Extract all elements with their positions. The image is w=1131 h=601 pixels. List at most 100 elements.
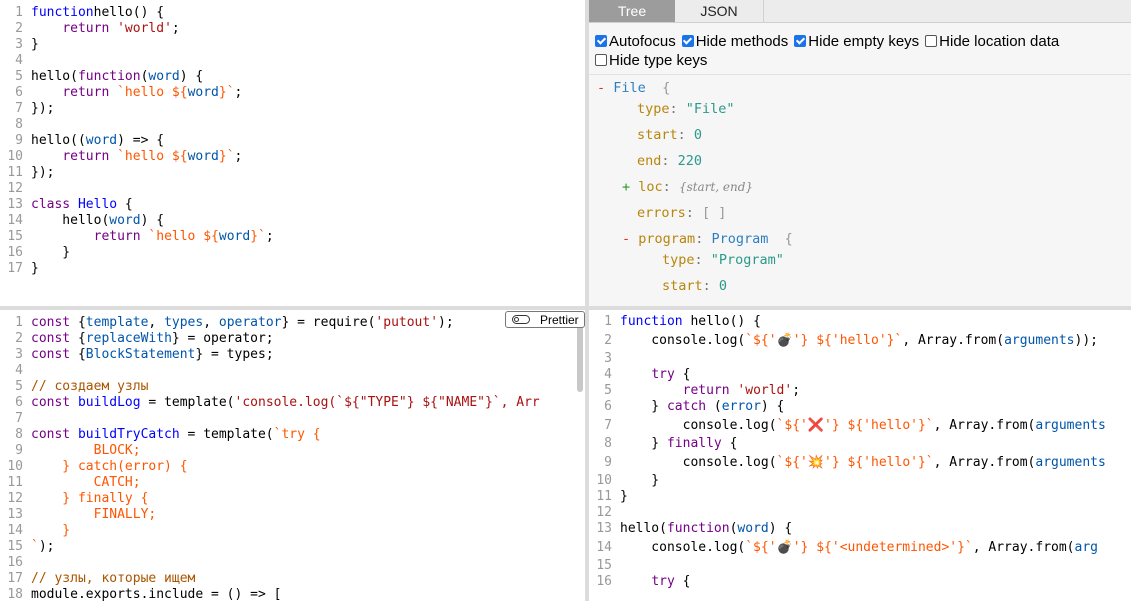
code-line[interactable]: 10 return `hello ${word}`; [0,149,274,165]
transform-scrollbar[interactable] [577,322,583,392]
code-token: ; [792,383,801,398]
checkbox[interactable] [681,35,694,47]
code-line[interactable]: 8 [0,117,274,133]
line-number: 13 [7,197,23,212]
code-line[interactable]: 5 return 'world'; [589,383,1106,399]
code-line[interactable]: 15 `); [0,539,540,555]
option-hide-empty-keys[interactable]: Hide empty keys [794,32,919,51]
code-line[interactable]: 16 } [0,245,274,261]
code-line[interactable]: 8 const buildTryCatch = template(`try { [0,427,540,443]
code-line[interactable]: 3 [589,351,1106,367]
tab-tree[interactable]: Tree [589,0,675,22]
source-editor[interactable]: 1 functionhello() {2 return 'world'; 3} 4 5 h… [0,0,585,306]
code-line[interactable]: 14 } [0,523,540,539]
code-line[interactable]: 4 try { [589,367,1106,383]
line-number: 5 [604,383,612,398]
code-token: } [620,473,660,488]
code-token: const [31,395,71,410]
code-line[interactable]: 13 class Hello { [0,197,274,213]
code-line[interactable]: 6 return `hello ${word}`; [0,85,274,101]
collapse-toggle[interactable]: - [622,231,630,247]
code-token: `${' [745,540,777,555]
option-hide-methods[interactable]: Hide methods [681,32,788,51]
code-line[interactable]: 18 module.exports.include = () => [ [0,587,540,601]
code-line[interactable]: 10 } catch(error) { [0,459,540,475]
code-line[interactable]: 11}); [0,165,274,181]
tab-json[interactable]: JSON [675,0,764,22]
code-line[interactable]: 3 const {BlockStatement} = types; [0,347,540,363]
checkbox[interactable] [595,35,607,47]
option-autofocus[interactable]: Autofocus [595,32,676,51]
code-token: return [682,383,730,398]
code-line[interactable]: 2 console.log(`${'💣'} ${'hello'}`, Array… [589,330,1106,351]
code-line[interactable]: 13 hello(function(word) { [589,521,1106,537]
code-line[interactable]: 9 console.log(`${'💥'} ${'hello'}`, Array… [589,452,1106,473]
code-line[interactable]: 9 BLOCK; [0,443,540,459]
expand-toggle[interactable]: + [622,179,630,195]
output-code[interactable]: 1 function hello() {2 console.log(`${'💣'}… [589,314,1106,590]
code-line[interactable]: 5 // создаем узлы [0,379,540,395]
code-line[interactable]: 17 // узлы, которые ищем [0,571,540,587]
code-line[interactable]: 9 hello((word) => { [0,133,274,149]
code-line[interactable]: 7 [0,411,540,427]
code-token: , Array.from( [972,540,1075,555]
code-line[interactable]: 8 } finally { [589,436,1106,452]
line-number: 12 [7,181,23,196]
code-line[interactable]: 14 hello(word) { [0,213,274,229]
code-line[interactable]: 4 [0,363,540,379]
option-hide-location-data[interactable]: Hide location data [925,32,1059,51]
code-line[interactable]: 13 FINALLY; [0,507,540,523]
code-token: ); [38,539,55,554]
code-token: operator [218,315,282,330]
code-line[interactable]: 1 functionhello() { [0,5,274,21]
code-line[interactable]: 16 try { [589,574,1106,590]
tree-prop-program[interactable]: - program: Program { [622,231,793,247]
code-line[interactable]: 12 } finally { [0,491,540,507]
code-token: } [31,37,39,52]
code-line[interactable]: 3} [0,37,274,53]
code-token: finally [666,436,722,451]
tree-prop-errors: errors: [ ] [637,205,727,221]
code-token: Hello [70,197,118,212]
line-number: 9 [15,133,23,148]
code-line[interactable]: 1 const {template, types, operator} = req… [0,315,540,331]
transform-code[interactable]: 1 const {template, types, operator} = req… [0,315,540,601]
code-line[interactable]: 12 [0,181,274,197]
code-line[interactable]: 2 const {replaceWith} = operator; [0,331,540,347]
code-line[interactable]: 7 console.log(`${'❌'} ${'hello'}`, Array… [589,415,1106,436]
tree-node-file[interactable]: - File { [597,80,670,96]
code-line[interactable]: 4 [0,53,274,69]
tree-prop-loc[interactable]: + loc: {start, end} [622,179,753,195]
code-line[interactable]: 5 hello(function(word) { [0,69,274,85]
checkbox[interactable] [794,35,807,47]
code-line[interactable]: 15 return `hello ${word}`; [0,229,273,245]
source-code[interactable]: 1 functionhello() {2 return 'world'; 3} 4 5 h… [0,5,274,277]
option-hide-type-keys[interactable]: Hide type keys [595,51,707,70]
checkbox[interactable] [595,54,607,66]
prettier-toggle-button[interactable]: Prettier [505,311,585,328]
code-line[interactable]: 1 function hello() { [589,314,1106,330]
collapse-toggle[interactable]: - [597,80,605,96]
output-editor[interactable]: 1 function hello() {2 console.log(`${'💣'}… [589,310,1131,601]
code-line[interactable]: 6 const buildLog = template('console.log(… [0,395,540,411]
code-line[interactable]: 11 CATCH; [0,475,540,491]
code-token: console.log( [620,540,746,555]
code-token: // создаем узлы [31,379,149,394]
line-number: 3 [15,347,23,362]
code-line[interactable]: 11} [589,489,1106,505]
code-line[interactable]: 2 return 'world'; [0,21,274,37]
code-line[interactable]: 12 [589,505,1106,521]
code-token: } catch(error) { [31,459,188,474]
checkbox[interactable] [925,35,938,47]
code-token: , Array.from( [933,418,1036,433]
transform-editor[interactable]: 1 const {template, types, operator} = req… [0,310,585,601]
code-line[interactable]: 6 } catch (error) { [589,399,1106,415]
code-line[interactable]: 17} [0,261,274,277]
code-line[interactable]: 14 console.log(`${'💣'} ${'<undetermined>… [589,537,1106,558]
code-line[interactable]: 16 [0,555,540,571]
code-line[interactable]: 7}); [0,101,274,117]
code-line[interactable]: 15 [589,558,1106,574]
code-line[interactable]: 10 } [589,473,1106,489]
prop-key: type [637,101,670,117]
code-token: const [31,315,71,330]
